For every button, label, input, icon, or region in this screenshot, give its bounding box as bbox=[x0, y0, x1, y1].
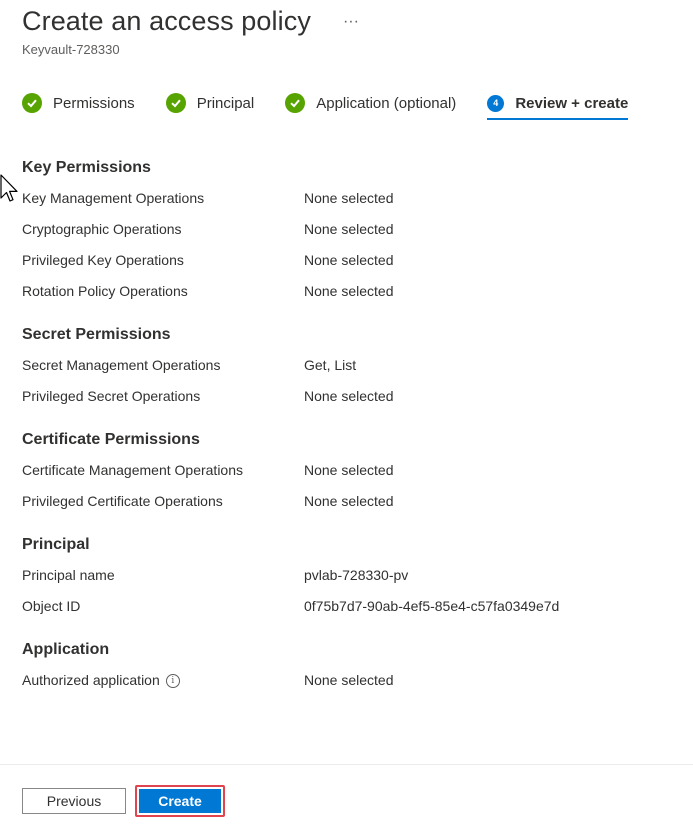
review-row: Key Management Operations None selected bbox=[22, 183, 672, 214]
row-label: Secret Management Operations bbox=[22, 357, 221, 373]
step-review-create[interactable]: 4 Review + create bbox=[487, 88, 629, 120]
row-value: None selected bbox=[304, 462, 394, 478]
step-principal[interactable]: Principal bbox=[165, 88, 255, 118]
step-label: Application (optional) bbox=[316, 94, 457, 112]
review-row: Certificate Management Operations None se… bbox=[22, 455, 672, 486]
step-label: Permissions bbox=[53, 94, 135, 112]
row-label: Object ID bbox=[22, 598, 81, 614]
review-row: Secret Management Operations Get, List bbox=[22, 350, 672, 381]
check-circle-icon bbox=[22, 93, 42, 113]
step-label: Principal bbox=[196, 94, 255, 112]
row-value: None selected bbox=[304, 388, 394, 404]
row-label: Privileged Certificate Operations bbox=[22, 493, 223, 509]
section-title-principal: Principal bbox=[22, 536, 90, 553]
row-label: Authorized application bbox=[22, 672, 160, 688]
row-label: Privileged Key Operations bbox=[22, 252, 184, 268]
review-content: Key Permissions Key Management Operation… bbox=[22, 152, 672, 696]
section-title-key-permissions: Key Permissions bbox=[22, 159, 151, 176]
row-value: None selected bbox=[304, 252, 394, 268]
wizard-steps: Permissions Principal Application (optio… bbox=[22, 88, 629, 122]
row-label: Key Management Operations bbox=[22, 190, 205, 206]
row-label-wrap: Authorized application i bbox=[22, 665, 304, 696]
row-value: Get, List bbox=[304, 357, 357, 373]
info-icon[interactable]: i bbox=[165, 673, 180, 688]
step-application[interactable]: Application (optional) bbox=[285, 88, 456, 118]
row-label: Privileged Secret Operations bbox=[22, 388, 201, 404]
check-circle-icon bbox=[165, 93, 186, 113]
create-button[interactable]: Create bbox=[139, 789, 221, 813]
page-header: Create an access policy ··· Keyvault-728… bbox=[22, 6, 693, 57]
more-icon[interactable]: ··· bbox=[341, 13, 361, 31]
check-circle-icon bbox=[285, 93, 306, 113]
footer-divider bbox=[0, 764, 693, 765]
row-value: 0f75b7d7-90ab-4ef5-85e4-c57fa0349e7d bbox=[304, 598, 560, 614]
page-title: Create an access policy bbox=[22, 6, 311, 36]
row-label: Rotation Policy Operations bbox=[22, 283, 188, 299]
row-value: pvlab-728330-pv bbox=[304, 567, 409, 583]
review-row: Rotation Policy Operations None selected bbox=[22, 276, 672, 307]
review-row: Authorized application i None selected bbox=[22, 665, 672, 696]
row-value: None selected bbox=[304, 493, 394, 509]
mouse-cursor-icon bbox=[0, 174, 20, 211]
review-row: Privileged Key Operations None selected bbox=[22, 245, 672, 276]
section-title-certificate-permissions: Certificate Permissions bbox=[22, 431, 200, 448]
review-row: Privileged Certificate Operations None se… bbox=[22, 486, 672, 517]
row-value: None selected bbox=[304, 283, 394, 299]
resource-subtitle: Keyvault-728330 bbox=[22, 42, 120, 57]
section-title-application: Application bbox=[22, 641, 110, 658]
row-label: Principal name bbox=[22, 567, 115, 583]
row-label: Cryptographic Operations bbox=[22, 221, 182, 237]
review-row: Cryptographic Operations None selected bbox=[22, 214, 672, 245]
step-permissions[interactable]: Permissions bbox=[22, 88, 135, 118]
review-row: Object ID 0f75b7d7-90ab-4ef5-85e4-c57fa03… bbox=[22, 591, 672, 622]
review-row: Principal name pvlab-728330-pv bbox=[22, 560, 672, 591]
row-value: None selected bbox=[304, 190, 394, 206]
step-label: Review + create bbox=[515, 94, 629, 112]
row-label: Certificate Management Operations bbox=[22, 462, 243, 478]
title-row: Create an access policy ··· bbox=[22, 6, 693, 37]
section-title-secret-permissions: Secret Permissions bbox=[22, 326, 171, 343]
row-value: None selected bbox=[304, 221, 394, 237]
previous-button[interactable]: Previous bbox=[22, 788, 126, 814]
row-value: None selected bbox=[304, 672, 394, 688]
review-row: Privileged Secret Operations None selecte… bbox=[22, 381, 672, 412]
step-number-icon: 4 bbox=[487, 94, 505, 112]
